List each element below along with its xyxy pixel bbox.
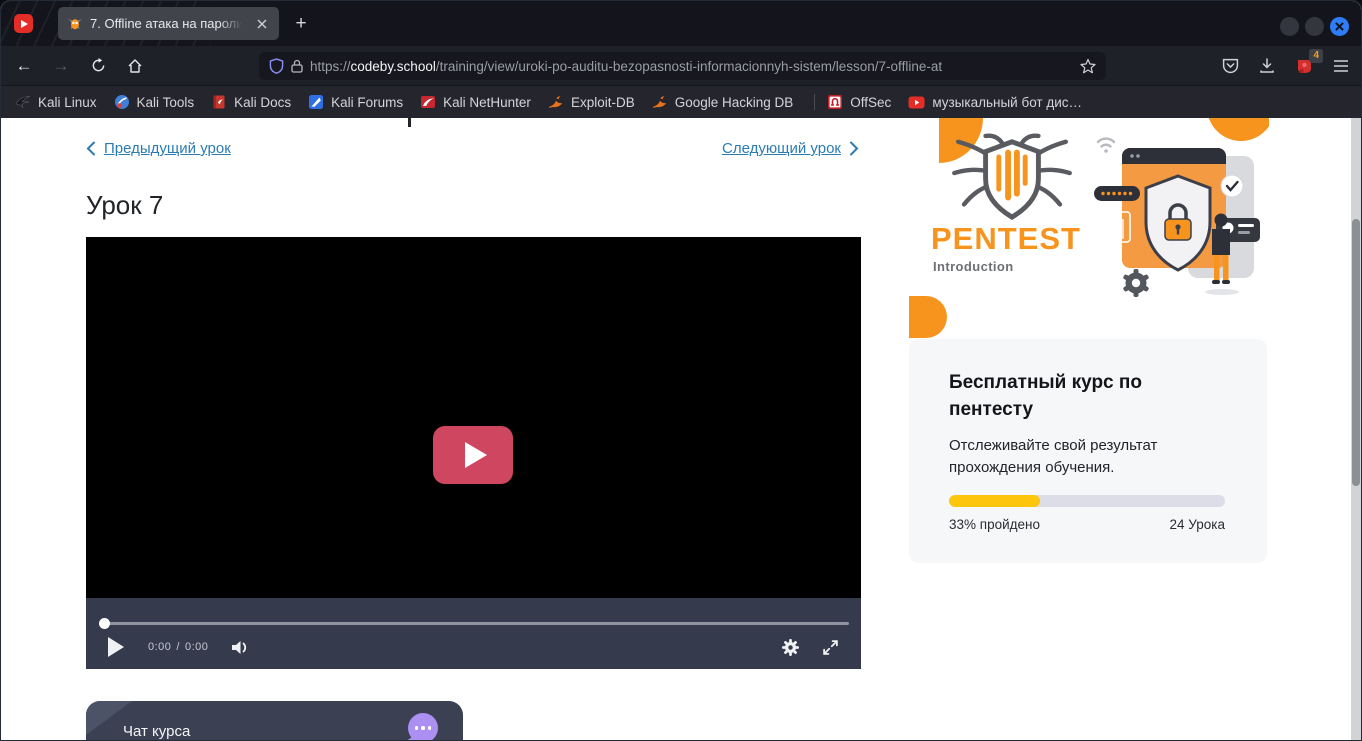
url-text: https://codeby.school/training/view/urok… xyxy=(310,59,1073,74)
banner-brand: PENTEST xyxy=(931,221,1081,257)
kali-dragon-icon xyxy=(15,94,31,110)
kali-tools-icon xyxy=(114,94,130,110)
bookmark-google-hacking-db[interactable]: Google Hacking DB xyxy=(652,94,794,110)
big-play-button[interactable] xyxy=(433,426,513,484)
home-icon[interactable] xyxy=(121,52,149,80)
ghdb-bird-icon xyxy=(652,94,668,110)
bookmark-music-bot[interactable]: музыкальный бот дис… xyxy=(908,95,1082,110)
tracking-shield-icon[interactable] xyxy=(269,58,284,74)
card-description: Отслеживайте свой результат прохождения … xyxy=(949,435,1239,479)
play-button[interactable] xyxy=(108,637,124,657)
bookmark-kali-forums[interactable]: Kali Forums xyxy=(308,94,403,110)
course-progress-card: Бесплатный курс по пентесту Отслеживайте… xyxy=(909,339,1267,563)
video-screen[interactable] xyxy=(86,237,861,598)
course-banner: PENTEST Introduction xyxy=(909,118,1269,339)
chat-title: Чат курса xyxy=(123,723,190,740)
codeby-owl-favicon xyxy=(67,16,83,32)
video-player: 0:00 / 0:00 xyxy=(86,237,861,669)
titlebar: 7. Offline атака на пароли + xyxy=(1,1,1361,46)
tab-title: 7. Offline атака на пароли xyxy=(90,16,247,31)
chat-bubble-icon[interactable] xyxy=(408,713,438,741)
course-progress-fill xyxy=(949,495,1040,507)
browser-window: 7. Offline атака на пароли + ← → xyxy=(0,0,1362,741)
exploit-db-bird-icon xyxy=(548,94,564,110)
course-chat-panel[interactable]: Чат курса xyxy=(86,701,463,741)
next-lesson-link[interactable]: Следующий урок xyxy=(722,140,859,157)
back-button[interactable]: ← xyxy=(10,52,38,80)
fullscreen-icon[interactable] xyxy=(822,639,839,656)
minimize-button[interactable] xyxy=(1280,17,1299,36)
youtube-icon xyxy=(908,96,925,109)
lock-icon[interactable] xyxy=(291,59,303,73)
lessons-count-label: 24 Урока xyxy=(1170,517,1225,532)
page-content: Предыдущий урок Следующий урок Урок 7 0:… xyxy=(1,118,1361,741)
extension-badge: 4 xyxy=(1309,49,1323,63)
offsec-icon xyxy=(827,94,843,110)
card-title: Бесплатный курс по пентесту xyxy=(949,370,1229,423)
time-display: 0:00 / 0:00 xyxy=(148,641,208,653)
volume-icon[interactable] xyxy=(230,638,250,657)
bookmark-kali-linux[interactable]: Kali Linux xyxy=(15,94,97,110)
course-progress-bar xyxy=(949,495,1225,507)
orange-decoration xyxy=(909,296,947,338)
maximize-button[interactable] xyxy=(1305,17,1324,36)
bookmarks-bar: Kali Linux Kali Tools Kali Docs Kali For… xyxy=(1,86,1361,118)
downloads-icon[interactable] xyxy=(1257,56,1277,76)
bookmark-kali-nethunter[interactable]: Kali NetHunter xyxy=(420,94,531,110)
forward-button[interactable]: → xyxy=(47,52,75,80)
close-button[interactable] xyxy=(1330,17,1349,36)
scrollbar-track[interactable] xyxy=(1351,118,1361,741)
progress-percent-label: 33% пройдено xyxy=(949,517,1040,532)
pocket-icon[interactable] xyxy=(1220,56,1240,76)
reload-icon[interactable] xyxy=(84,52,112,80)
browser-tab[interactable]: 7. Offline атака на пароли xyxy=(58,7,279,40)
clipped-text-artifact xyxy=(408,118,411,127)
settings-gear-icon[interactable] xyxy=(781,638,800,657)
previous-lesson-link[interactable]: Предыдущий урок xyxy=(86,140,231,157)
kali-docs-icon xyxy=(211,94,227,110)
menu-icon[interactable] xyxy=(1331,56,1351,76)
pentest-spider-logo xyxy=(947,132,1077,222)
banner-subtitle: Introduction xyxy=(933,259,1014,274)
kali-nethunter-icon xyxy=(420,94,436,110)
bookmarks-separator xyxy=(814,94,815,110)
bookmark-kali-tools[interactable]: Kali Tools xyxy=(114,94,195,110)
lesson-navigation: Предыдущий урок Следующий урок xyxy=(86,140,859,157)
bookmark-offsec[interactable]: OffSec xyxy=(827,94,891,110)
bookmark-kali-docs[interactable]: Kali Docs xyxy=(211,94,291,110)
chevron-left-icon xyxy=(86,141,96,156)
tab-close-icon[interactable] xyxy=(254,16,270,32)
url-bar[interactable]: https://codeby.school/training/view/urok… xyxy=(259,52,1106,80)
bookmark-star-icon[interactable] xyxy=(1080,58,1096,74)
course-banner-illustration xyxy=(1092,128,1264,306)
youtube-icon[interactable] xyxy=(14,14,33,33)
lesson-title: Урок 7 xyxy=(86,190,163,221)
play-icon xyxy=(465,442,487,468)
scrollbar-thumb[interactable] xyxy=(1352,219,1360,486)
kali-forums-icon xyxy=(308,94,324,110)
chevron-right-icon xyxy=(849,141,859,156)
nav-toolbar: ← → https://codeby.school/training/view/… xyxy=(1,46,1361,86)
new-tab-button[interactable]: + xyxy=(289,12,313,36)
player-controls: 0:00 / 0:00 xyxy=(86,598,861,669)
extension-icon[interactable]: 4 xyxy=(1294,56,1314,76)
bookmark-exploit-db[interactable]: Exploit-DB xyxy=(548,94,635,110)
